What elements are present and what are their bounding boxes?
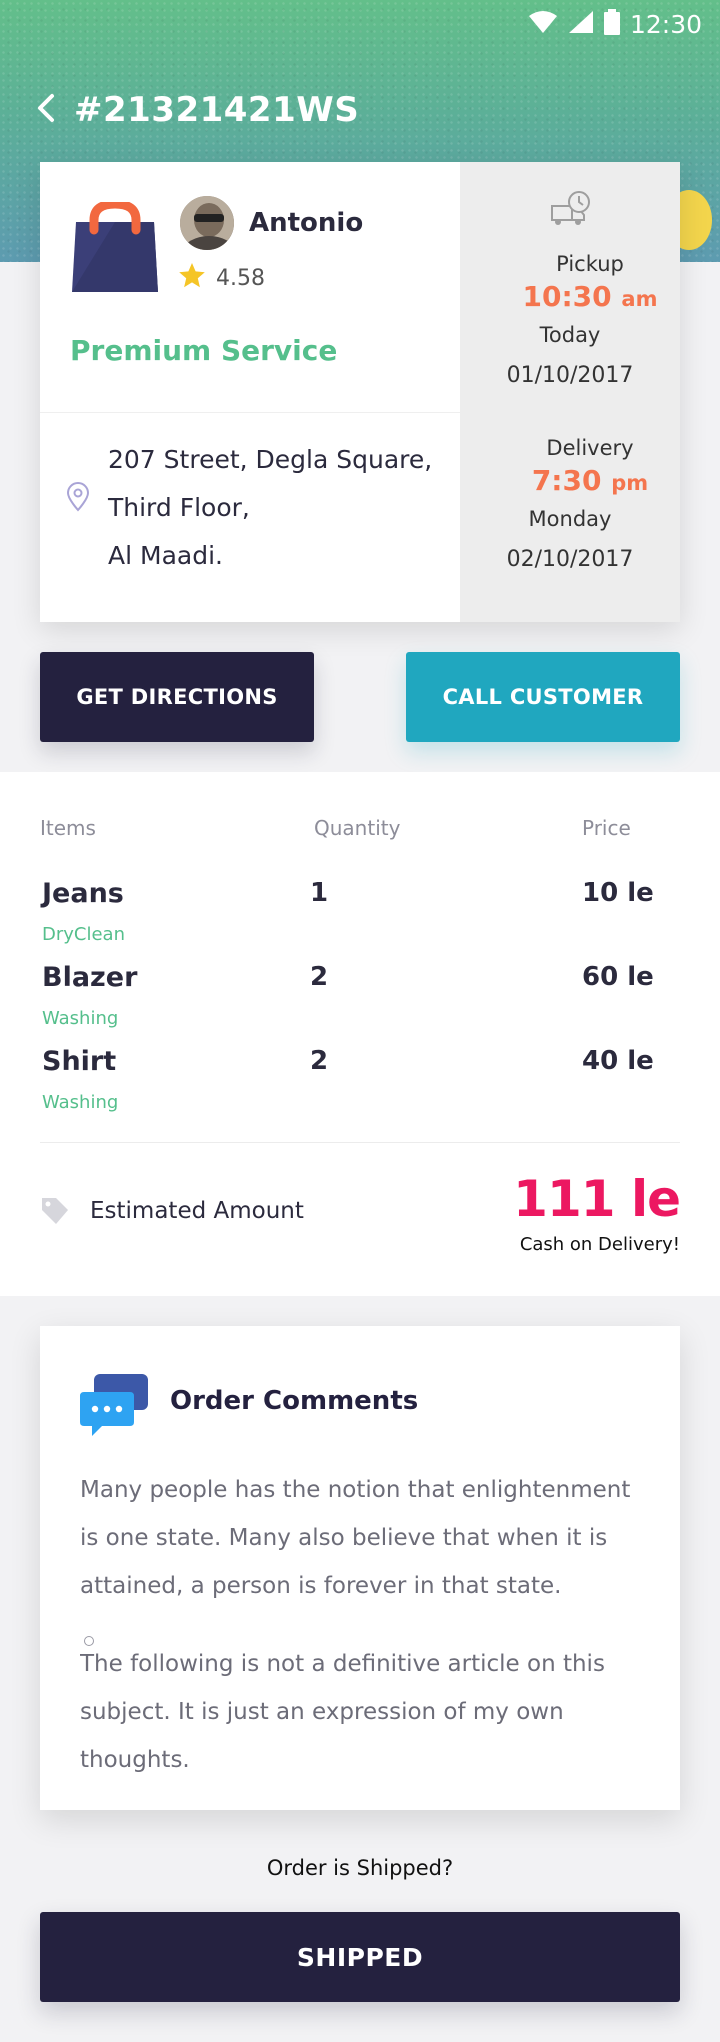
item-quantity: 1 (310, 878, 329, 908)
customer-rating: 4.58 (178, 262, 265, 294)
customer-section: Antonio 4.58 Premium Service 207 Street,… (40, 162, 460, 622)
quantity-column-header: Quantity (314, 816, 401, 840)
comments-body: Many people has the notion that enlighte… (80, 1466, 650, 1772)
address-line: Third Floor, (108, 493, 250, 522)
get-directions-button[interactable]: GET DIRECTIONS (40, 652, 314, 742)
pickup-ampm: am (621, 287, 658, 311)
shopping-bag-icon (70, 199, 160, 296)
table-row: Jeans DryClean 1 10 le (0, 878, 720, 962)
delivery-truck-icon (548, 188, 592, 237)
divider (40, 1142, 680, 1143)
items-column-header: Items (40, 816, 96, 840)
rating-value: 4.58 (216, 265, 265, 291)
delivery-label: Delivery (546, 436, 634, 460)
item-quantity: 2 (310, 1046, 329, 1076)
customer-name: Antonio (249, 208, 364, 238)
status-time: 12:30 (629, 9, 702, 39)
item-price: 40 le (582, 1046, 654, 1076)
pickup-day: Today (539, 323, 601, 347)
battery-icon (603, 8, 620, 40)
delivery-time: 7:30 pm (460, 464, 680, 497)
pickup-time: 10:30 am (460, 280, 680, 313)
address: 207 Street, Degla Square, Third Floor, A… (108, 436, 432, 580)
table-row: Blazer Washing 2 60 le (0, 962, 720, 1046)
estimated-amount-label: Estimated Amount (90, 1198, 304, 1224)
shipped-button[interactable]: SHIPPED (40, 1912, 680, 2002)
item-quantity: 2 (310, 962, 329, 992)
pickup-time-value: 10:30 (522, 280, 612, 313)
item-price: 60 le (582, 962, 654, 992)
location-pin-icon (66, 482, 90, 517)
back-arrow-icon[interactable] (36, 93, 56, 128)
delivery-ampm: pm (611, 471, 649, 495)
item-service: DryClean (42, 924, 125, 945)
item-service: Washing (42, 1092, 119, 1113)
chat-bubbles-icon (78, 1370, 152, 1445)
wifi-icon (528, 10, 558, 39)
order-id-title: #21321421WS (74, 90, 360, 130)
order-summary-card: Antonio 4.58 Premium Service 207 Street,… (40, 162, 680, 622)
order-comments-card: Order Comments Many people has the notio… (40, 1326, 680, 1810)
star-icon (178, 262, 206, 294)
price-tag-icon (40, 1196, 70, 1231)
item-name: Shirt (42, 1046, 117, 1077)
signal-icon (568, 10, 594, 39)
item-service: Washing (42, 1008, 119, 1029)
table-row: Shirt Washing 2 40 le (0, 1046, 720, 1130)
delivery-date: 02/10/2017 (506, 547, 634, 572)
order-comments-title: Order Comments (170, 1386, 419, 1416)
item-name: Blazer (42, 962, 138, 993)
pickup-schedule: Pickup 10:30 am Today 01/10/2017 (460, 252, 680, 388)
customer-avatar (178, 194, 236, 252)
pickup-date: 01/10/2017 (506, 363, 634, 388)
address-line: 207 Street, Degla Square, (108, 445, 433, 474)
service-type: Premium Service (70, 334, 338, 367)
items-table: Items Quantity Price Jeans DryClean 1 10… (0, 772, 720, 1296)
call-customer-button[interactable]: CALL CUSTOMER (406, 652, 680, 742)
schedule-section: Pickup 10:30 am Today 01/10/2017 Deliver… (460, 162, 680, 622)
delivery-time-value: 7:30 (531, 464, 602, 497)
delivery-day: Monday (528, 507, 612, 531)
divider (40, 412, 460, 413)
title-row: #21321421WS (36, 86, 359, 134)
estimated-amount-value: 111 le (513, 1170, 681, 1228)
item-price: 10 le (582, 878, 654, 908)
payment-method: Cash on Delivery! (519, 1234, 680, 1255)
comment-paragraph: The following is not a definitive articl… (80, 1651, 605, 1772)
status-bar: 12:30 (528, 8, 702, 40)
shipped-question: Order is Shipped? (266, 1856, 454, 1880)
comment-paragraph: Many people has the notion that enlighte… (80, 1477, 631, 1599)
item-name: Jeans (42, 878, 124, 909)
price-column-header: Price (582, 816, 631, 840)
address-line: Al Maadi. (108, 541, 223, 570)
pickup-label: Pickup (556, 252, 624, 276)
delivery-schedule: Delivery 7:30 pm Monday 02/10/2017 (460, 436, 680, 572)
